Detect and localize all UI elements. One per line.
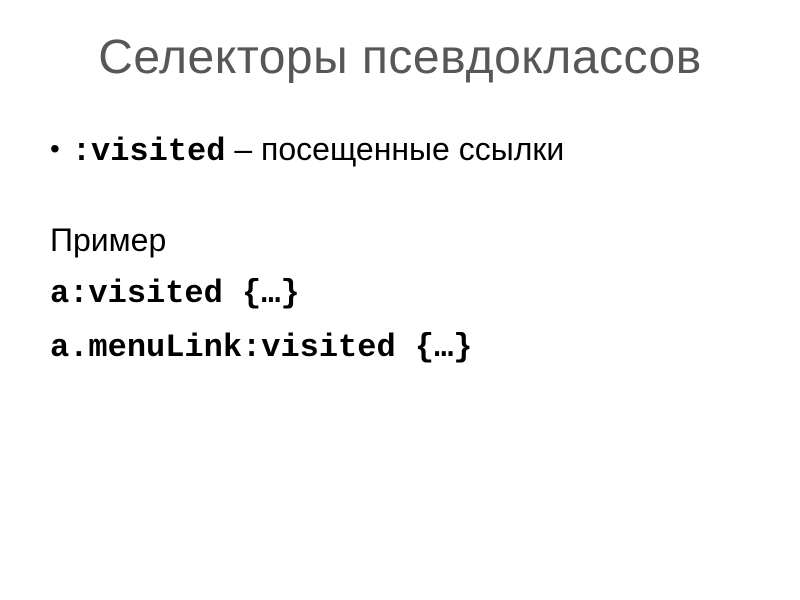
bullet-description: посещенные ссылки: [261, 131, 564, 167]
bullet-item: • :visited – посещенные ссылки: [50, 125, 760, 176]
example-label: Пример: [50, 216, 760, 264]
bullet-separator: –: [225, 131, 261, 167]
slide-title: Селекторы псевдоклассов: [40, 30, 760, 85]
code-example-line-2: a.menuLink:visited {…}: [50, 324, 760, 372]
bullet-selector-code: :visited: [72, 133, 226, 170]
code-example-line-1: a:visited {…}: [50, 270, 760, 318]
slide-body: • :visited – посещенные ссылки Пример a:…: [40, 125, 760, 372]
bullet-dot-icon: •: [50, 135, 60, 163]
slide: Селекторы псевдоклассов • :visited – пос…: [0, 0, 800, 600]
bullet-content: :visited – посещенные ссылки: [72, 125, 564, 176]
